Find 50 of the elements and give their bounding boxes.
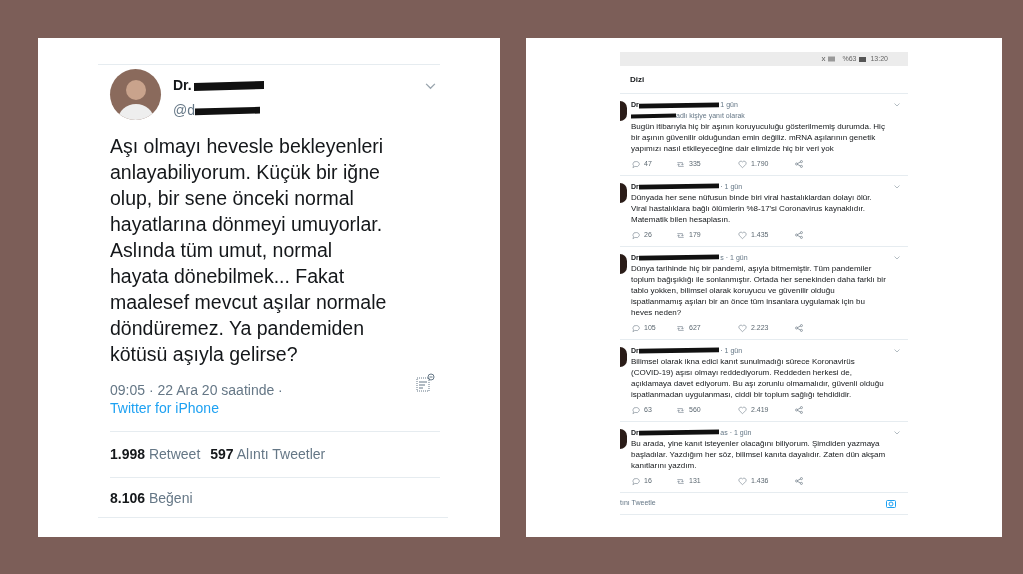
avatar[interactable]: [620, 346, 627, 367]
chevron-down-icon[interactable]: [894, 184, 900, 189]
tweet-text: Dünyada her sene nüfusun binde biri viral hastalıklardan dolayı ölür. Viral hastalıklara bağlı ölümlerin %8-17'si Coronavirus kaynaklıdır. Matematik bilen hesaplasın.: [631, 192, 873, 225]
redaction-scribble: [193, 79, 264, 92]
heart-icon[interactable]: [738, 159, 747, 169]
heart-icon[interactable]: [738, 230, 747, 240]
tweet-text: Aşı olmayı hevesle bekleyenleri anlayabiliyorum. Küçük bir iğne olup, bir sene önceki normal hayatlarına dönmeyi umuyorlar. Aslında tüm umut, normal hayata dönebilmek... Fakat maalesef mevcut aşılar normale döndüremez. Ya pandemiden kötüsü aşıyla gelirse?: [110, 134, 388, 367]
chevron-down-icon[interactable]: [894, 430, 900, 435]
heart-icon[interactable]: [738, 323, 747, 333]
battery-icon: [859, 56, 868, 62]
chevron-down-icon[interactable]: [894, 348, 900, 353]
avatar[interactable]: [620, 253, 627, 274]
share-icon[interactable]: [795, 231, 803, 240]
avatar[interactable]: [620, 101, 627, 121]
redaction-scribble: [631, 112, 676, 119]
tweet-text: Bilimsel olarak ikna edici kanıt sunulmadığı sürece Koronavirüs (COVID-19) aşısı olmayı reddediyorum. Reddeden herkesi de, açıklamaya davet ediyorum. Bu aşı zorunlu olmamalıdır, güvenli olduğu ispatlanmadan uygulanması, ciddi bir toplum sağlığı tehdididir.: [631, 356, 885, 400]
heart-icon[interactable]: [738, 405, 747, 415]
speech-bubble-icon[interactable]: [631, 159, 640, 169]
author-name: Dr.: [173, 76, 192, 95]
share-icon[interactable]: [795, 324, 803, 333]
share-icon[interactable]: [795, 160, 803, 169]
tweet-timestamp: 09:05 · 22 Ara 20 saatinde · Twitter for iPhone: [110, 381, 284, 417]
share-icon[interactable]: [795, 477, 803, 486]
analytics-icon[interactable]: [416, 373, 436, 393]
avatar[interactable]: [620, 428, 627, 449]
page-title: Dizi: [630, 73, 645, 86]
tweet-text: Bu arada, yine kanıt isteyenler olacağını biliyorum. Şimdiden yazmaya başladılar. Yazdığım her söz, bilimsel kanıta dayalıdır. Zaten dün akşam kanıtlarını yazdım.: [631, 438, 887, 471]
retweet-icon[interactable]: [676, 405, 685, 415]
avatar[interactable]: [620, 182, 627, 203]
chevron-down-icon[interactable]: [425, 83, 436, 90]
chevron-down-icon[interactable]: [894, 255, 900, 260]
speech-bubble-icon[interactable]: [631, 476, 640, 486]
quote-count[interactable]: 597 Alıntı Tweetler: [210, 444, 326, 465]
tweet-text: Dünya tarihinde hiç bir pandemi, aşıyla bitmemiştir. Tüm pandemiler toplum bağışıklığı ile sonlanmıştır. Ortada her senekinden daha farklı bir tablo yokken, bilimsel olarak koruyucu ve güvenilir olduğu ispatlanmamış aşıları bir an önce tüm insanlara uygulamak için bu heves neden?: [631, 263, 887, 318]
tweet-text: Bugün itibarıyla hiç bir aşının koruyuculuğu gösterilmemiş durumda. Hiç bir aşının güvenilir olduğundan emin değiliz. mRNA aşılarının genetik yapımızı nasıl etkileyeceğine dair elimizde hiç bir veri yok: [631, 121, 886, 154]
share-icon[interactable]: [795, 406, 803, 415]
speech-bubble-icon[interactable]: [631, 323, 640, 333]
camera-icon[interactable]: [886, 498, 896, 508]
retweet-icon[interactable]: [676, 323, 685, 333]
retweet-icon[interactable]: [676, 159, 685, 169]
heart-icon[interactable]: [738, 476, 747, 486]
speech-bubble-icon[interactable]: [631, 405, 640, 415]
like-count[interactable]: 8.106 Beğeni: [110, 490, 193, 506]
retweet-count[interactable]: 1.998 Retweet: [110, 444, 201, 465]
chevron-down-icon[interactable]: [894, 103, 900, 108]
retweet-icon[interactable]: [676, 230, 685, 240]
redaction-scribble: [195, 105, 260, 116]
author-handle: @d: [173, 101, 195, 120]
speech-bubble-icon[interactable]: [631, 230, 640, 240]
retweet-icon[interactable]: [676, 476, 685, 486]
